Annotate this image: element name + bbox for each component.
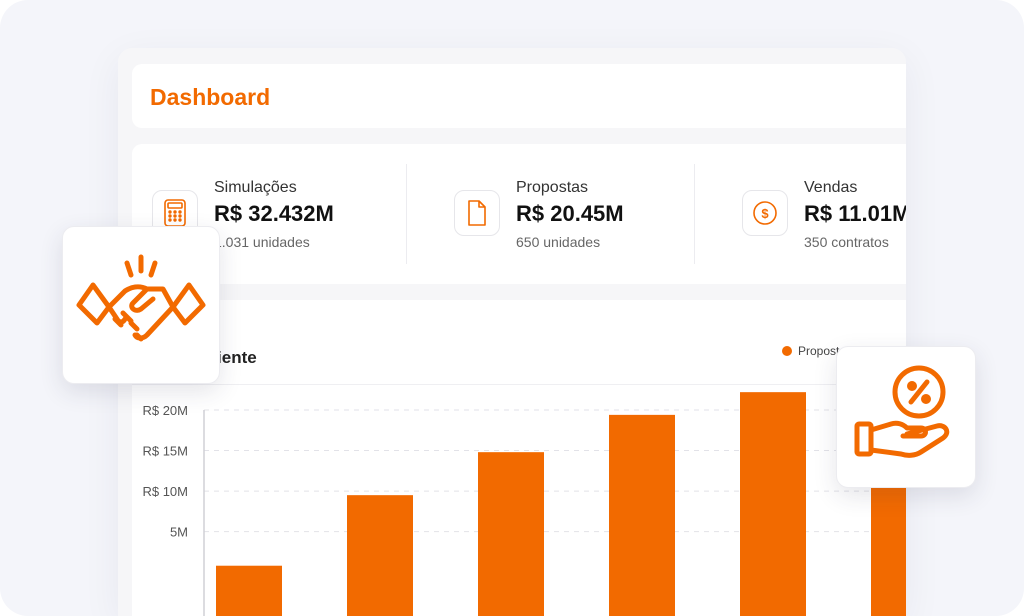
bar bbox=[347, 495, 413, 616]
hand-percent-icon bbox=[854, 365, 950, 458]
stat-subtext: 1.031 unidades bbox=[214, 234, 310, 250]
chart-card: as os do Cliente Propostas C 5MR$ 10MR$ … bbox=[132, 300, 906, 616]
stats-card: Simulações R$ 32.432M 1.031 unidades Pro… bbox=[132, 144, 906, 284]
y-tick-label: R$ 20M bbox=[142, 403, 188, 418]
header: Dashboard bbox=[132, 64, 906, 128]
stat-label: Propostas bbox=[516, 179, 589, 196]
document-icon bbox=[454, 190, 500, 236]
bar bbox=[609, 414, 675, 616]
svg-text:$: $ bbox=[761, 206, 769, 221]
stat-value: R$ 32.432M bbox=[214, 201, 334, 226]
bar bbox=[478, 452, 544, 616]
stat-subtext: 650 unidades bbox=[516, 234, 601, 250]
y-tick-label: R$ 10M bbox=[142, 484, 188, 499]
bar bbox=[216, 565, 282, 616]
bar bbox=[740, 392, 806, 616]
stat-label: Vendas bbox=[804, 179, 858, 196]
page-title: Dashboard bbox=[150, 84, 271, 110]
stat-value: R$ 11.01M bbox=[804, 201, 906, 226]
stat-divider bbox=[406, 164, 407, 264]
stat-label: Simulações bbox=[214, 179, 297, 196]
hand-percent-card bbox=[836, 346, 976, 488]
dashboard-window: Dashboard Simulações R$ 32.432M 1.031 un… bbox=[118, 48, 906, 616]
dollar-circle-icon: $ bbox=[742, 190, 788, 236]
stat-divider bbox=[694, 164, 695, 264]
bar-chart: 5M R$ 10M R$ 15M R$ 20M bbox=[142, 392, 906, 616]
handshake-card bbox=[62, 226, 220, 384]
stat-value: R$ 20.45M bbox=[516, 201, 624, 226]
y-tick-label: R$ 15M bbox=[142, 444, 188, 459]
y-tick-label: 5M bbox=[170, 525, 188, 540]
handshake-icon bbox=[76, 254, 206, 342]
stat-subtext: 350 contratos bbox=[804, 234, 889, 250]
